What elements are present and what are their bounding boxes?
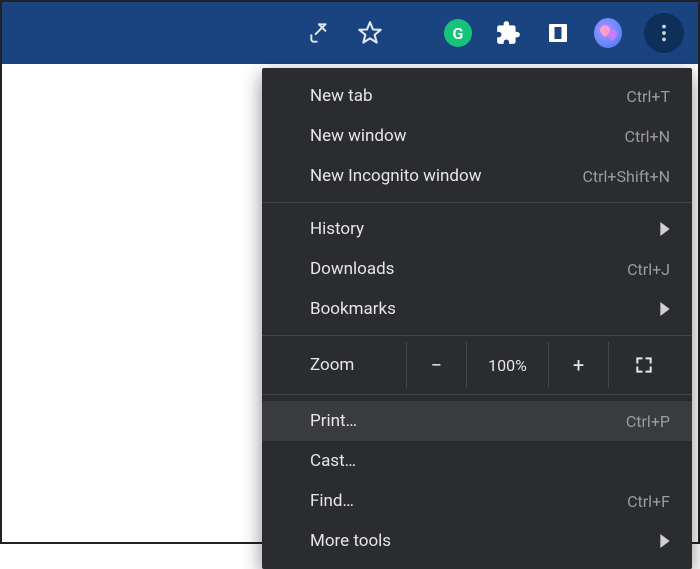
menu-shortcut: Ctrl+F [627,492,670,511]
star-icon[interactable] [356,19,384,47]
menu-item-new-tab[interactable]: New tab Ctrl+T [262,76,692,116]
menu-item-downloads[interactable]: Downloads Ctrl+J [262,249,692,289]
menu-label: Print… [310,411,626,431]
menu-shortcut: Ctrl+Shift+N [582,167,670,186]
menu-separator [262,202,692,203]
menu-label: History [310,219,660,239]
menu-item-print[interactable]: Print… Ctrl+P [262,401,692,441]
menu-label: New tab [310,86,626,106]
zoom-label: Zoom [310,355,406,375]
menu-shortcut: Ctrl+J [627,260,670,279]
chevron-right-icon [660,222,670,236]
grammarly-badge: G [444,19,472,47]
zoom-value: 100% [466,342,548,388]
menu-separator [262,394,692,395]
menu-label: More tools [310,531,660,551]
menu-label: Downloads [310,259,627,279]
zoom-in-button[interactable]: + [548,342,608,388]
menu-shortcut: Ctrl+T [626,87,670,106]
menu-item-incognito[interactable]: New Incognito window Ctrl+Shift+N [262,156,692,196]
menu-separator [262,335,692,336]
menu-item-find[interactable]: Find… Ctrl+F [262,481,692,521]
chrome-main-menu: New tab Ctrl+T New window Ctrl+N New Inc… [262,68,692,569]
menu-label: Find… [310,491,627,511]
extensions-icon[interactable] [494,19,522,47]
profile-avatar[interactable] [594,19,622,47]
menu-item-bookmarks[interactable]: Bookmarks [262,289,692,329]
more-menu-button[interactable] [644,13,684,53]
more-vert-icon [653,22,675,44]
menu-label: Bookmarks [310,299,660,319]
menu-label: New window [310,126,625,146]
fullscreen-icon [634,355,654,375]
menu-shortcut: Ctrl+P [626,412,670,431]
avatar-image [594,18,622,48]
menu-shortcut: Ctrl+N [625,127,670,146]
menu-label: New Incognito window [310,166,582,186]
reader-mode-icon[interactable] [544,19,572,47]
menu-item-more-tools[interactable]: More tools [262,521,692,561]
menu-item-history[interactable]: History [262,209,692,249]
fullscreen-button[interactable] [608,342,678,388]
chevron-right-icon [660,302,670,316]
menu-item-new-window[interactable]: New window Ctrl+N [262,116,692,156]
browser-toolbar: G [2,2,698,64]
zoom-out-button[interactable]: − [406,342,466,388]
menu-item-cast[interactable]: Cast… [262,441,692,481]
menu-item-zoom: Zoom − 100% + [262,342,692,388]
share-icon[interactable] [306,19,334,47]
menu-label: Cast… [310,451,670,471]
chevron-right-icon [660,534,670,548]
grammarly-extension-icon[interactable]: G [444,19,472,47]
